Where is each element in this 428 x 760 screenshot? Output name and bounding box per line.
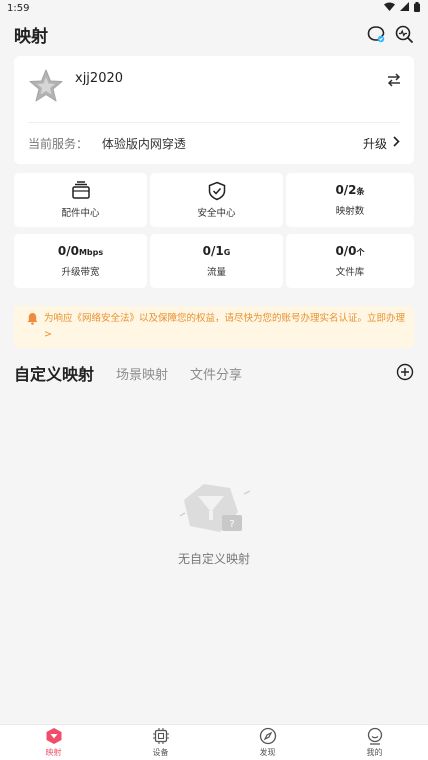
stat-unit: 个 [356,248,365,257]
stat-number: 0/1 [202,244,224,258]
stat-unit: Mbps [78,248,104,257]
service-label: 当前服务： [28,136,89,151]
profile-icon [366,727,384,745]
service-row: 当前服务： 体验版内网穿透 升级 [28,132,400,154]
nav-label: 发现 [259,748,276,757]
accessories-box-icon [71,181,91,199]
stat-number: 0/0 [335,244,357,258]
chevron-right-icon [393,136,400,150]
nav-label: 映射 [45,748,62,757]
status-icons [384,1,420,15]
app-bar-actions [366,24,414,44]
tab-scene-mapping[interactable]: 场景映射 [116,364,168,383]
empty-state-text: 无自定义映射 [177,552,250,566]
stat-number: 0/2 [335,183,357,197]
nav-item-mapping[interactable]: 映射 [0,725,107,760]
tile-file-library[interactable]: 0/0个 文件库 [286,234,414,288]
service-value: 体验版内网穿透 [101,136,186,151]
nav-item-device[interactable]: 设备 [107,725,214,760]
nav-label: 我的 [366,748,383,757]
battery-icon [414,1,420,15]
add-circle-icon[interactable] [396,363,414,381]
nav-item-discover[interactable]: 发现 [214,725,321,760]
tile-label: 流量 [206,267,226,278]
divider [28,122,400,123]
stat-value: 0/1G [203,244,231,258]
stat-unit: 条 [356,187,365,196]
compass-icon [259,727,277,745]
tile-traffic[interactable]: 0/1G 流量 [150,234,283,288]
feature-grid: 配件中心 安全中心 0/2条 映射数 0/0Mbps 升级带宽 0/1G 流量 … [14,173,414,288]
upgrade-label: 升级 [362,136,387,151]
device-icon [152,727,170,745]
tile-bandwidth[interactable]: 0/0Mbps 升级带宽 [14,234,147,288]
stat-number: 0/0 [57,244,79,258]
service-info: 当前服务： 体验版内网穿透 [28,135,186,152]
stat-value: 0/2条 [335,183,364,197]
profile-card: xjj2020 当前服务： 体验版内网穿透 升级 [14,56,414,164]
wifi-icon [384,2,395,14]
app-bar: 映射 [0,16,428,52]
diagnostic-search-icon[interactable] [394,24,414,44]
tile-label: 文件库 [335,267,365,278]
tab-file-share[interactable]: 文件分享 [190,364,242,383]
notice-text: 为响应《网络安全法》以及保障您的权益，请尽快为您的账号办理实名认证。立即办理> [44,313,406,340]
tile-mapping-count[interactable]: 0/2条 映射数 [286,173,414,227]
stat-unit: G [223,248,231,257]
tile-label: 配件中心 [61,208,100,219]
svg-text:?: ? [229,519,234,530]
empty-mapping-illustration-icon: ? [176,482,254,540]
tile-security-center[interactable]: 安全中心 [150,173,283,227]
bottom-nav: 映射 设备 发现 我的 [0,724,428,760]
bell-icon [26,312,39,325]
username: xjj2020 [75,71,124,86]
star-avatar-icon[interactable] [28,68,64,104]
signal-icon [400,2,409,14]
mapping-icon [45,727,63,745]
stat-value: 0/0个 [335,244,364,258]
tile-label: 映射数 [335,206,365,217]
shield-check-icon [207,181,227,201]
page-title: 映射 [14,26,48,47]
chat-support-icon[interactable] [366,24,386,44]
tab-custom-mapping[interactable]: 自定义映射 [14,361,94,385]
status-bar: 1:59 [0,0,428,16]
mapping-tabs: 自定义映射 场景映射 文件分享 [14,360,414,386]
nav-label: 设备 [152,748,169,757]
nav-item-mine[interactable]: 我的 [321,725,428,760]
tile-accessories-center[interactable]: 配件中心 [14,173,147,227]
tile-label: 升级带宽 [61,267,100,278]
tile-label: 安全中心 [197,208,236,219]
stat-value: 0/0Mbps [58,244,103,258]
upgrade-button[interactable]: 升级 [363,135,400,152]
switch-account-icon[interactable] [386,72,402,87]
verification-notice[interactable]: 为响应《网络安全法》以及保障您的权益，请尽快为您的账号办理实名认证。立即办理> [14,306,414,348]
status-time: 1:59 [7,2,30,14]
